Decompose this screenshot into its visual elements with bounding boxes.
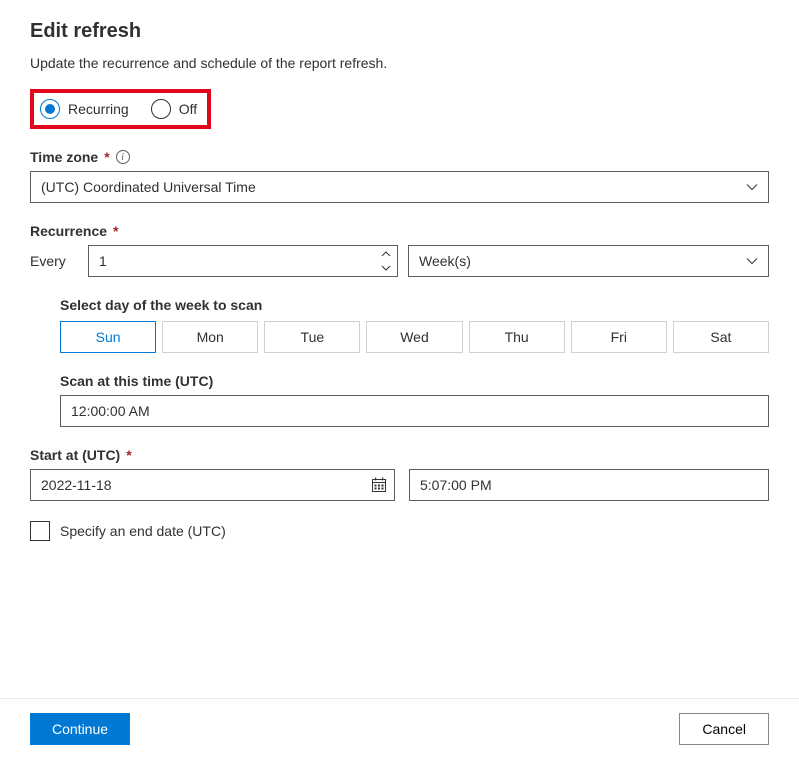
info-icon[interactable]: i xyxy=(116,150,130,164)
scan-time-input[interactable]: 12:00:00 AM xyxy=(60,395,769,427)
scan-time-value: 12:00:00 AM xyxy=(71,403,150,419)
dialog-footer: Continue Cancel xyxy=(0,698,799,763)
end-date-label: Specify an end date (UTC) xyxy=(60,523,226,539)
start-time-value: 5:07:00 PM xyxy=(420,477,492,493)
radio-off-icon xyxy=(151,99,171,119)
required-marker: * xyxy=(113,223,118,239)
calendar-icon[interactable] xyxy=(371,477,387,493)
start-time-input[interactable]: 5:07:00 PM xyxy=(409,469,769,501)
chevron-down-icon xyxy=(746,181,758,193)
day-button-sun[interactable]: Sun xyxy=(60,321,156,353)
chevron-down-icon xyxy=(746,255,758,267)
timezone-value: (UTC) Coordinated Universal Time xyxy=(41,179,256,195)
day-of-week-row: SunMonTueWedThuFriSat xyxy=(60,321,769,353)
start-date-input[interactable]: 2022-11-18 xyxy=(30,469,395,501)
day-of-week-label: Select day of the week to scan xyxy=(60,297,769,313)
end-date-checkbox[interactable] xyxy=(30,521,50,541)
start-date-value: 2022-11-18 xyxy=(41,477,112,493)
timezone-select[interactable]: (UTC) Coordinated Universal Time xyxy=(30,171,769,203)
timezone-label: Time zone xyxy=(30,149,98,165)
every-value-input[interactable]: 1 xyxy=(88,245,398,277)
radio-off-label: Off xyxy=(179,101,197,117)
recurrence-label: Recurrence xyxy=(30,223,107,239)
end-date-row: Specify an end date (UTC) xyxy=(30,521,769,541)
page-subtitle: Update the recurrence and schedule of th… xyxy=(30,55,769,71)
radio-group-schedule-type: Recurring Off xyxy=(30,89,211,129)
day-button-wed[interactable]: Wed xyxy=(366,321,462,353)
day-button-mon[interactable]: Mon xyxy=(162,321,258,353)
radio-option-recurring[interactable]: Recurring xyxy=(40,99,129,119)
spinner-down-icon[interactable] xyxy=(380,261,394,275)
timezone-field: Time zone * i (UTC) Coordinated Universa… xyxy=(30,149,769,203)
radio-recurring-label: Recurring xyxy=(68,101,129,117)
recurrence-unit-value: Week(s) xyxy=(419,253,471,269)
start-at-label: Start at (UTC) xyxy=(30,447,120,463)
page-title: Edit refresh xyxy=(30,20,769,43)
required-marker: * xyxy=(126,447,131,463)
day-button-sat[interactable]: Sat xyxy=(673,321,769,353)
required-marker: * xyxy=(104,149,109,165)
day-button-fri[interactable]: Fri xyxy=(571,321,667,353)
spinner-up-icon[interactable] xyxy=(380,247,394,261)
start-at-field: Start at (UTC) * 2022-11-18 xyxy=(30,447,769,501)
every-label: Every xyxy=(30,253,78,269)
recurrence-field: Recurrence * Every 1 Week(s) xyxy=(30,223,769,277)
scan-time-field: Scan at this time (UTC) 12:00:00 AM xyxy=(60,373,769,427)
recurrence-unit-select[interactable]: Week(s) xyxy=(408,245,769,277)
continue-button[interactable]: Continue xyxy=(30,713,130,745)
cancel-button[interactable]: Cancel xyxy=(679,713,769,745)
day-button-thu[interactable]: Thu xyxy=(469,321,565,353)
day-button-tue[interactable]: Tue xyxy=(264,321,360,353)
radio-recurring-icon xyxy=(40,99,60,119)
radio-option-off[interactable]: Off xyxy=(151,99,197,119)
every-value: 1 xyxy=(99,253,107,269)
scan-time-label: Scan at this time (UTC) xyxy=(60,373,769,389)
day-of-week-field: Select day of the week to scan SunMonTue… xyxy=(60,297,769,353)
